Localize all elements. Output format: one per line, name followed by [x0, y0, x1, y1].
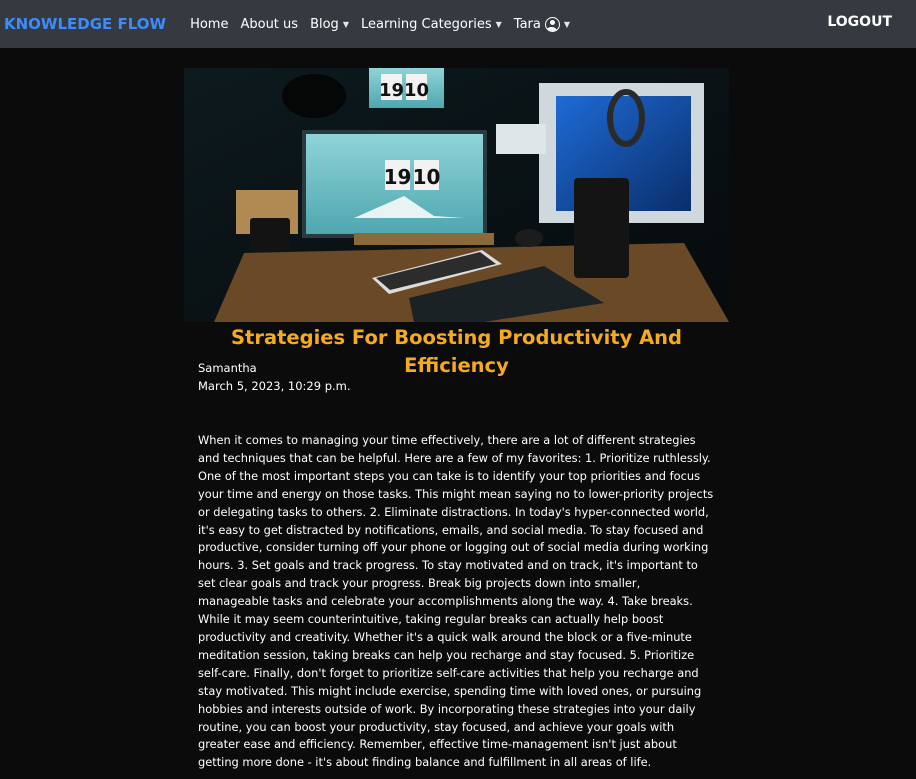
navbar: KNOWLEDGE FLOW Home About us Blog ▼ Learn… [0, 0, 916, 48]
caret-down-icon: ▼ [563, 19, 571, 29]
post-date: March 5, 2023, 10:29 p.m. [198, 379, 351, 393]
logout-button[interactable]: LOGOUT [827, 14, 892, 30]
caret-down-icon: ▼ [342, 19, 349, 29]
nav-about-link[interactable]: About us [240, 17, 298, 32]
post-body: When it comes to managing your time effe… [198, 433, 714, 770]
desk-setup-illustration: 19 1019 10 [184, 68, 729, 322]
nav-about-label: About us [240, 16, 299, 32]
clock-digits: 19 [379, 80, 404, 101]
caret-down-icon: ▼ [495, 19, 502, 29]
post-title: Strategies For Boosting Productivity And… [230, 326, 683, 377]
nav-home-label: Home [190, 16, 229, 32]
brand-logo-link[interactable]: KNOWLEDGE FLOW [4, 15, 166, 33]
nav-learning-categories-dropdown[interactable]: Learning Categories ▼ [361, 17, 502, 32]
user-circle-icon [544, 16, 560, 32]
nav-links: Home About us Blog ▼ Learning Categories ▼… [190, 16, 571, 32]
clock-digits: 19 [384, 165, 412, 189]
nav-user-label: Tara [513, 16, 541, 32]
clock-digits: 10 [413, 165, 441, 189]
nav-learning-categories-label: Learning Categories [360, 16, 492, 32]
nav-home-link[interactable]: Home [190, 17, 228, 32]
nav-user-dropdown[interactable]: Tara ▼ [513, 16, 571, 32]
clock-digits: 10 [404, 80, 429, 101]
nav-blog-label: Blog [310, 16, 339, 32]
post-hero-image: 19 10 19 10 [184, 68, 729, 322]
nav-blog-dropdown[interactable]: Blog ▼ [310, 17, 349, 32]
post-author: Samantha [198, 361, 257, 375]
